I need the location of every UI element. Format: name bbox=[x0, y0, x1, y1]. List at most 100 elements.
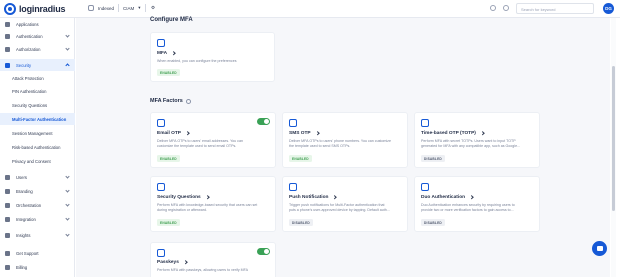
card-description: provide two or more verification factors… bbox=[421, 208, 514, 212]
sidebar-item-billing[interactable]: Billing bbox=[0, 261, 75, 273]
card-description: When enabled, you can configure the pref… bbox=[157, 59, 237, 63]
users-icon bbox=[5, 174, 10, 180]
sidebar-item-branding[interactable]: Branding bbox=[0, 185, 75, 197]
card-title[interactable]: MFA bbox=[157, 51, 176, 56]
card-title-text: Time-based OTP (TOTP) bbox=[421, 131, 476, 136]
sidebar-subitem-attack-protection[interactable]: Attack Protection bbox=[0, 72, 75, 84]
sidebar-item-orchestration[interactable]: Orchestration bbox=[0, 199, 75, 211]
card-description: customize the template used to send emai… bbox=[157, 144, 237, 148]
factor-card-security-questions[interactable]: Security Questions Perform MFA with know… bbox=[150, 176, 276, 232]
sidebar-item-label: Authorization bbox=[16, 46, 41, 52]
email-otp-toggle[interactable] bbox=[257, 118, 270, 125]
card-title-text: Security Questions bbox=[157, 195, 201, 200]
sidebar-subitem-privacy-consent[interactable]: Privacy and Consent bbox=[0, 155, 75, 167]
sidebar-subitem-security-questions[interactable]: Security Questions bbox=[0, 99, 75, 111]
sidebar-item-applications[interactable]: Applications bbox=[0, 18, 75, 30]
sidebar-item-label: Authentication bbox=[16, 33, 43, 39]
palette-icon bbox=[5, 188, 10, 194]
status-badge: ENABLED bbox=[157, 69, 180, 76]
sidebar-item-label: Insights bbox=[16, 232, 31, 238]
mfa-card[interactable]: MFA When enabled, you can configure the … bbox=[150, 32, 275, 82]
sidebar-item-label: Billing bbox=[16, 264, 28, 270]
logo-text: loginradius bbox=[19, 4, 66, 14]
sidebar-item-insights[interactable]: Insights bbox=[0, 229, 75, 241]
card-title-text: Email OTP bbox=[157, 131, 181, 136]
flow-icon bbox=[5, 202, 10, 208]
card-description: Perform MFA with knowledge-based securit… bbox=[157, 203, 258, 207]
card-description: Trigger push notifications for Multi-Fac… bbox=[289, 203, 385, 207]
passkeys-toggle[interactable] bbox=[257, 248, 270, 255]
factor-card-passkeys[interactable]: Passkeys Perform MFA with passkeys, allo… bbox=[150, 242, 276, 277]
chevron-right-icon bbox=[183, 260, 187, 265]
chevron-right-icon bbox=[480, 131, 484, 136]
sidebar-item-label: Orchestration bbox=[16, 202, 42, 208]
card-title[interactable]: Security Questions bbox=[157, 195, 209, 200]
sidebar-subitem-session-management[interactable]: Session Management bbox=[0, 127, 75, 139]
factor-card-sms-otp[interactable]: SMS OTP Deliver MFA OTPs to users' phone… bbox=[282, 112, 408, 168]
card-description: the template used to send SMS OTPs. bbox=[289, 144, 351, 148]
status-badge: ENABLED bbox=[157, 219, 180, 226]
section-title-text: MFA Factors bbox=[150, 98, 183, 104]
environment-selector[interactable]: Indexed CIAM ▾ ⚙ bbox=[88, 4, 157, 12]
factor-card-totp[interactable]: Time-based OTP (TOTP) Perform MFA with s… bbox=[414, 112, 540, 168]
help-icon[interactable] bbox=[490, 5, 496, 11]
gear-icon[interactable]: ⚙ bbox=[150, 5, 157, 12]
info-icon[interactable] bbox=[185, 98, 191, 104]
sidebar-item-users[interactable]: Users bbox=[0, 171, 75, 183]
top-bar: loginradius Indexed CIAM ▾ ⚙ Search for … bbox=[0, 0, 620, 18]
logo[interactable]: loginradius bbox=[4, 3, 66, 15]
card-description: puts a phone's user-approved device by t… bbox=[289, 208, 390, 212]
status-badge: ENABLED bbox=[289, 155, 312, 162]
card-title[interactable]: Email OTP bbox=[157, 131, 190, 136]
sidebar-item-label: Branding bbox=[16, 188, 33, 194]
card-description: generated for MFA with any compatible ap… bbox=[421, 144, 521, 148]
card-title-text: SMS OTP bbox=[289, 131, 311, 136]
card-description: Perform MFA with passkeys, allowing user… bbox=[157, 268, 249, 272]
grid-icon bbox=[5, 21, 10, 27]
sidebar-item-label: Security bbox=[16, 62, 32, 68]
card-title[interactable]: Push Notification bbox=[289, 195, 337, 200]
chat-icon bbox=[596, 246, 603, 251]
card-icon bbox=[5, 264, 10, 270]
notification-icon[interactable] bbox=[503, 5, 509, 11]
logo-mark-icon bbox=[4, 3, 16, 15]
chat-support-button[interactable] bbox=[592, 241, 607, 256]
card-title[interactable]: Time-based OTP (TOTP) bbox=[421, 131, 484, 136]
avatar[interactable]: DG bbox=[603, 3, 614, 14]
card-description: Deliver MFA OTPs to users' phone numbers… bbox=[289, 139, 391, 143]
sidebar-item-get-support[interactable]: Get Support bbox=[0, 247, 75, 259]
card-title[interactable]: Passkeys bbox=[157, 260, 187, 265]
factor-card-email-otp[interactable]: Email OTP Deliver MFA OTPs to users' ema… bbox=[150, 112, 276, 168]
sidebar-item-security[interactable]: Security bbox=[0, 59, 75, 71]
factor-card-duo-authentication[interactable]: Duo Authentication Duo Authentication en… bbox=[414, 176, 540, 232]
scrollbar-thumb[interactable] bbox=[612, 66, 615, 211]
sidebar-subitem-pin-authentication[interactable]: PIN Authentication bbox=[0, 85, 75, 97]
plug-icon bbox=[5, 216, 10, 222]
divider bbox=[118, 4, 120, 12]
sidebar: Applications Authentication Authorizatio… bbox=[0, 18, 75, 277]
push-notification-icon bbox=[289, 183, 297, 191]
chevron-down-icon bbox=[65, 174, 70, 179]
sidebar-item-label: Users bbox=[16, 174, 27, 180]
card-title[interactable]: Duo Authentication bbox=[421, 195, 474, 200]
card-title-text: MFA bbox=[157, 51, 168, 56]
chevron-right-icon bbox=[332, 195, 337, 200]
question-icon bbox=[157, 183, 165, 191]
card-title[interactable]: SMS OTP bbox=[289, 131, 319, 136]
sidebar-subitem-risk-based-auth[interactable]: Risk-based Authentication bbox=[0, 141, 75, 153]
factor-card-push-notification[interactable]: Push Notification Trigger push notificat… bbox=[282, 176, 408, 232]
environment-name: Indexed bbox=[98, 5, 115, 11]
sidebar-item-integration[interactable]: Integration bbox=[0, 213, 75, 225]
search-input[interactable]: Search for keyword bbox=[516, 3, 594, 14]
chevron-down-icon bbox=[65, 232, 70, 237]
shield-icon bbox=[157, 39, 165, 47]
duo-icon bbox=[421, 183, 429, 191]
sidebar-item-label: Get Support bbox=[16, 250, 39, 256]
chevron-down-icon bbox=[65, 202, 70, 207]
environment-code: CIAM bbox=[123, 5, 135, 11]
email-icon bbox=[157, 119, 165, 127]
sidebar-item-authorization[interactable]: Authorization bbox=[0, 43, 75, 55]
sidebar-subitem-mfa[interactable]: Multi-Factor Authentication bbox=[0, 113, 75, 125]
chart-icon bbox=[5, 232, 10, 238]
sidebar-item-authentication[interactable]: Authentication bbox=[0, 30, 75, 42]
